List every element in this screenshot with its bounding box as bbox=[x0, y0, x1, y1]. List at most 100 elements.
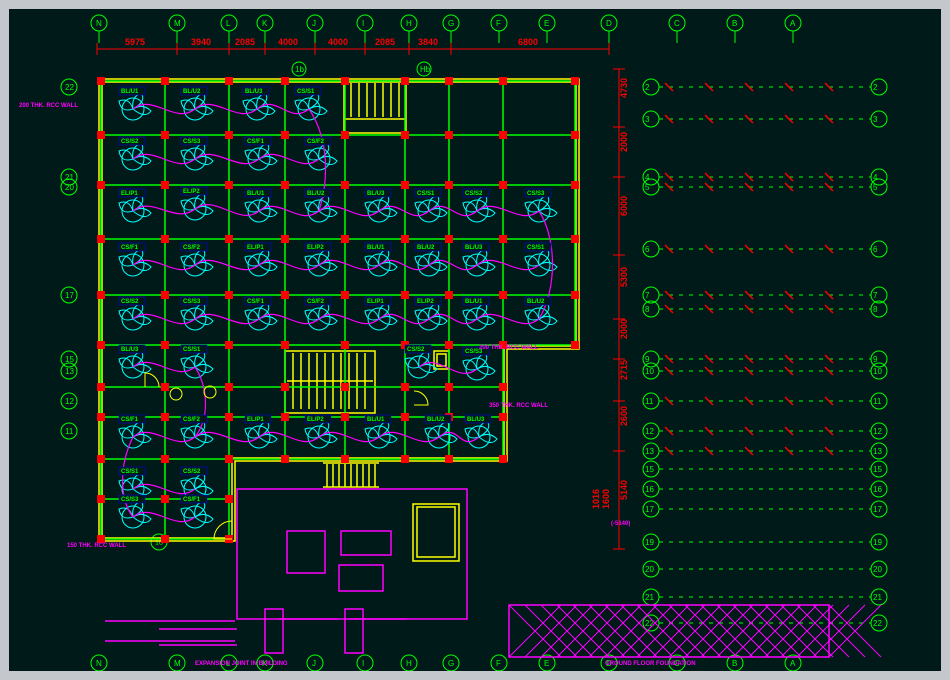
note-left1: 200 THK. RCC WALL bbox=[19, 103, 78, 109]
svg-text:F: F bbox=[496, 659, 501, 668]
dims-right-small: 1016 1600 bbox=[591, 489, 611, 509]
svg-text:CS/F1: CS/F1 bbox=[247, 139, 265, 145]
svg-text:16: 16 bbox=[645, 485, 654, 494]
dims-top: 59753940208540004000208538406800 bbox=[97, 37, 609, 55]
svg-text:5: 5 bbox=[645, 183, 650, 192]
note-right1: 200 THK. RCC WALL bbox=[479, 345, 538, 351]
svg-text:2085: 2085 bbox=[375, 37, 395, 47]
svg-text:9: 9 bbox=[645, 355, 650, 364]
svg-text:CS/F2: CS/F2 bbox=[307, 299, 325, 305]
svg-text:BL/U2: BL/U2 bbox=[417, 245, 435, 251]
svg-text:CS/F1: CS/F1 bbox=[183, 497, 201, 503]
svg-text:17: 17 bbox=[645, 505, 654, 514]
svg-text:M: M bbox=[174, 19, 181, 28]
svg-text:22: 22 bbox=[65, 83, 74, 92]
stair-center bbox=[285, 351, 375, 413]
svg-text:7: 7 bbox=[645, 291, 650, 300]
note-right2: 350 THK. RCC WALL bbox=[489, 403, 548, 409]
svg-text:6: 6 bbox=[645, 245, 650, 254]
svg-text:G: G bbox=[448, 659, 454, 668]
grid-right-inner: 234567891011121315161719202122 bbox=[659, 79, 887, 631]
svg-text:BL/U1: BL/U1 bbox=[465, 299, 483, 305]
svg-text:CS/S1: CS/S1 bbox=[417, 191, 435, 197]
beam-grid bbox=[101, 81, 575, 539]
svg-text:CS/F1: CS/F1 bbox=[121, 245, 139, 251]
svg-text:7: 7 bbox=[873, 291, 878, 300]
dims-right: 47302000600053002000271526005140 bbox=[613, 69, 629, 549]
svg-text:2000: 2000 bbox=[619, 132, 629, 152]
svg-text:8: 8 bbox=[645, 305, 650, 314]
svg-text:3940: 3940 bbox=[191, 37, 211, 47]
svg-text:2085: 2085 bbox=[235, 37, 255, 47]
svg-text:EL/P2: EL/P2 bbox=[417, 299, 434, 305]
stair-top bbox=[344, 81, 406, 133]
hatched-area bbox=[509, 605, 881, 657]
svg-text:CS/S2: CS/S2 bbox=[121, 299, 139, 305]
svg-text:CS/S2: CS/S2 bbox=[407, 347, 425, 353]
grid-left: 22 21 20 17 15 13 12 11 bbox=[61, 79, 77, 439]
svg-text:11: 11 bbox=[873, 397, 882, 406]
svg-text:L: L bbox=[226, 19, 231, 28]
svg-text:A: A bbox=[790, 659, 796, 668]
svg-text:BL/U1: BL/U1 bbox=[121, 89, 139, 95]
cad-drawing[interactable]: NMLKJIHGFEDCBA NMLKJIHGFEDCBA 2345678910… bbox=[9, 9, 941, 671]
svg-text:5140: 5140 bbox=[619, 480, 629, 500]
svg-text:13: 13 bbox=[645, 447, 654, 456]
svg-text:9: 9 bbox=[873, 355, 878, 364]
svg-text:BL/U3: BL/U3 bbox=[367, 191, 385, 197]
svg-text:CS/S3: CS/S3 bbox=[121, 497, 139, 503]
svg-text:CS/F1: CS/F1 bbox=[121, 417, 139, 423]
svg-text:CS/S2: CS/S2 bbox=[183, 469, 201, 475]
svg-text:Hb: Hb bbox=[420, 65, 431, 74]
svg-text:12: 12 bbox=[873, 427, 882, 436]
svg-text:1600: 1600 bbox=[601, 489, 611, 509]
svg-text:N: N bbox=[96, 19, 102, 28]
svg-text:3: 3 bbox=[645, 115, 650, 124]
svg-text:19: 19 bbox=[873, 538, 882, 547]
svg-text:4000: 4000 bbox=[328, 37, 348, 47]
svg-text:3840: 3840 bbox=[418, 37, 438, 47]
svg-text:G: G bbox=[448, 19, 454, 28]
svg-text:2600: 2600 bbox=[619, 406, 629, 426]
svg-text:BL/U1: BL/U1 bbox=[367, 417, 385, 423]
svg-text:J: J bbox=[312, 659, 316, 668]
svg-text:BL/U3: BL/U3 bbox=[121, 347, 139, 353]
svg-text:2715: 2715 bbox=[619, 360, 629, 380]
svg-text:BL/U2: BL/U2 bbox=[183, 89, 201, 95]
svg-text:1016: 1016 bbox=[591, 489, 601, 509]
svg-text:BL/U2: BL/U2 bbox=[527, 299, 545, 305]
svg-text:10: 10 bbox=[873, 367, 882, 376]
svg-text:5300: 5300 bbox=[619, 267, 629, 287]
svg-text:11: 11 bbox=[65, 427, 74, 436]
svg-text:EL/P2: EL/P2 bbox=[183, 189, 200, 195]
svg-text:2: 2 bbox=[645, 83, 650, 92]
svg-text:B: B bbox=[732, 659, 737, 668]
svg-text:22: 22 bbox=[873, 619, 882, 628]
svg-text:EL/P1: EL/P1 bbox=[367, 299, 384, 305]
svg-text:21: 21 bbox=[645, 593, 654, 602]
caption-left: EXPANSION JOINT IN BUILDING bbox=[195, 661, 288, 667]
svg-text:F: F bbox=[496, 19, 501, 28]
svg-text:10: 10 bbox=[645, 367, 654, 376]
svg-text:6800: 6800 bbox=[518, 37, 538, 47]
svg-text:CS/S3: CS/S3 bbox=[183, 139, 201, 145]
svg-text:13: 13 bbox=[65, 367, 74, 376]
svg-text:CS/F1: CS/F1 bbox=[247, 299, 265, 305]
svg-text:5975: 5975 bbox=[125, 37, 145, 47]
svg-text:21: 21 bbox=[873, 593, 882, 602]
svg-text:EL/P2: EL/P2 bbox=[307, 245, 324, 251]
svg-text:M: M bbox=[174, 659, 181, 668]
svg-text:CS/S1: CS/S1 bbox=[297, 89, 315, 95]
svg-text:CS/S2: CS/S2 bbox=[465, 191, 483, 197]
note-left2: 150 THK. RCC WALL bbox=[67, 543, 126, 549]
svg-text:CS/F2: CS/F2 bbox=[307, 139, 325, 145]
svg-text:CS/F2: CS/F2 bbox=[183, 417, 201, 423]
svg-text:20: 20 bbox=[65, 183, 74, 192]
svg-text:BL/U1: BL/U1 bbox=[367, 245, 385, 251]
drawing-viewport[interactable]: NMLKJIHGFEDCBA NMLKJIHGFEDCBA 2345678910… bbox=[9, 9, 941, 671]
svg-text:E: E bbox=[544, 659, 549, 668]
svg-text:A: A bbox=[790, 19, 796, 28]
svg-text:EL/P1: EL/P1 bbox=[247, 245, 264, 251]
svg-text:19: 19 bbox=[645, 538, 654, 547]
svg-text:4730: 4730 bbox=[619, 78, 629, 98]
